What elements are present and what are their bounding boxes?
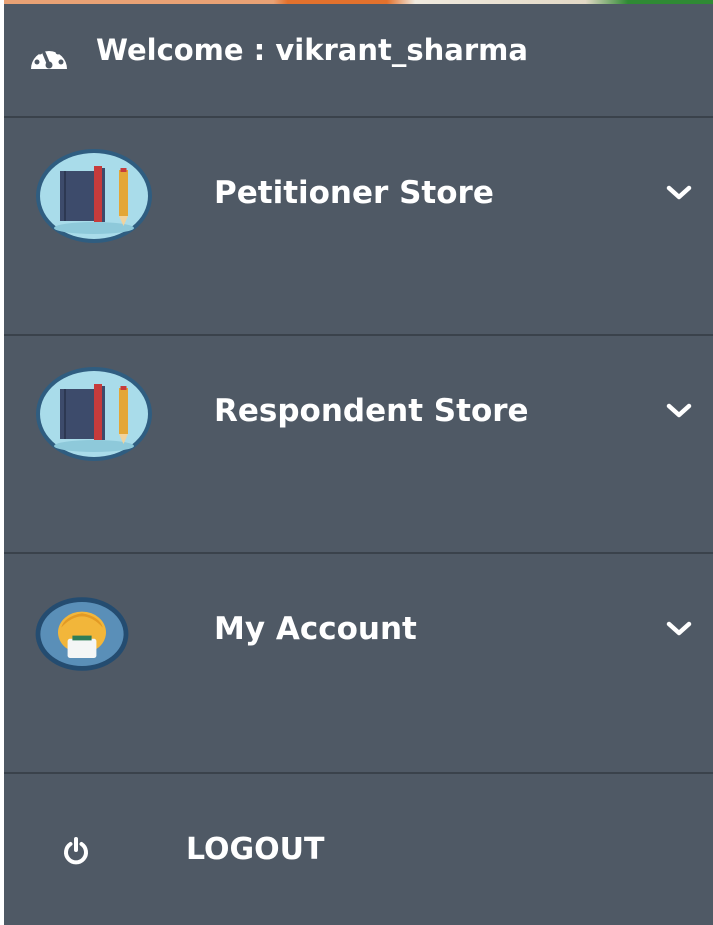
books-pencil-icon xyxy=(36,367,152,461)
menu-item-my-account[interactable]: My Account xyxy=(4,554,713,770)
chevron-down-icon[interactable] xyxy=(664,401,694,421)
logout-label: LOGOUT xyxy=(186,832,325,867)
chevron-down-icon[interactable] xyxy=(664,619,694,639)
side-menu-panel: Welcome : vikrant_sharma Petitioner Stor… xyxy=(4,0,713,925)
power-icon xyxy=(64,837,88,865)
menu-item-label: Petitioner Store xyxy=(214,175,494,211)
user-avatar-icon xyxy=(35,597,129,671)
menu-item-label: My Account xyxy=(214,611,417,647)
logout-button[interactable]: LOGOUT xyxy=(4,776,713,925)
menu-item-label: Respondent Store xyxy=(214,393,529,429)
welcome-header: Welcome : vikrant_sharma xyxy=(4,4,713,116)
divider xyxy=(4,772,713,774)
dashboard-gauge-icon xyxy=(31,44,67,69)
menu-item-respondent-store[interactable]: Respondent Store xyxy=(4,336,713,552)
books-pencil-icon xyxy=(36,149,152,243)
menu-item-petitioner-store[interactable]: Petitioner Store xyxy=(4,118,713,334)
welcome-text: Welcome : vikrant_sharma xyxy=(96,33,528,67)
chevron-down-icon[interactable] xyxy=(664,183,694,203)
